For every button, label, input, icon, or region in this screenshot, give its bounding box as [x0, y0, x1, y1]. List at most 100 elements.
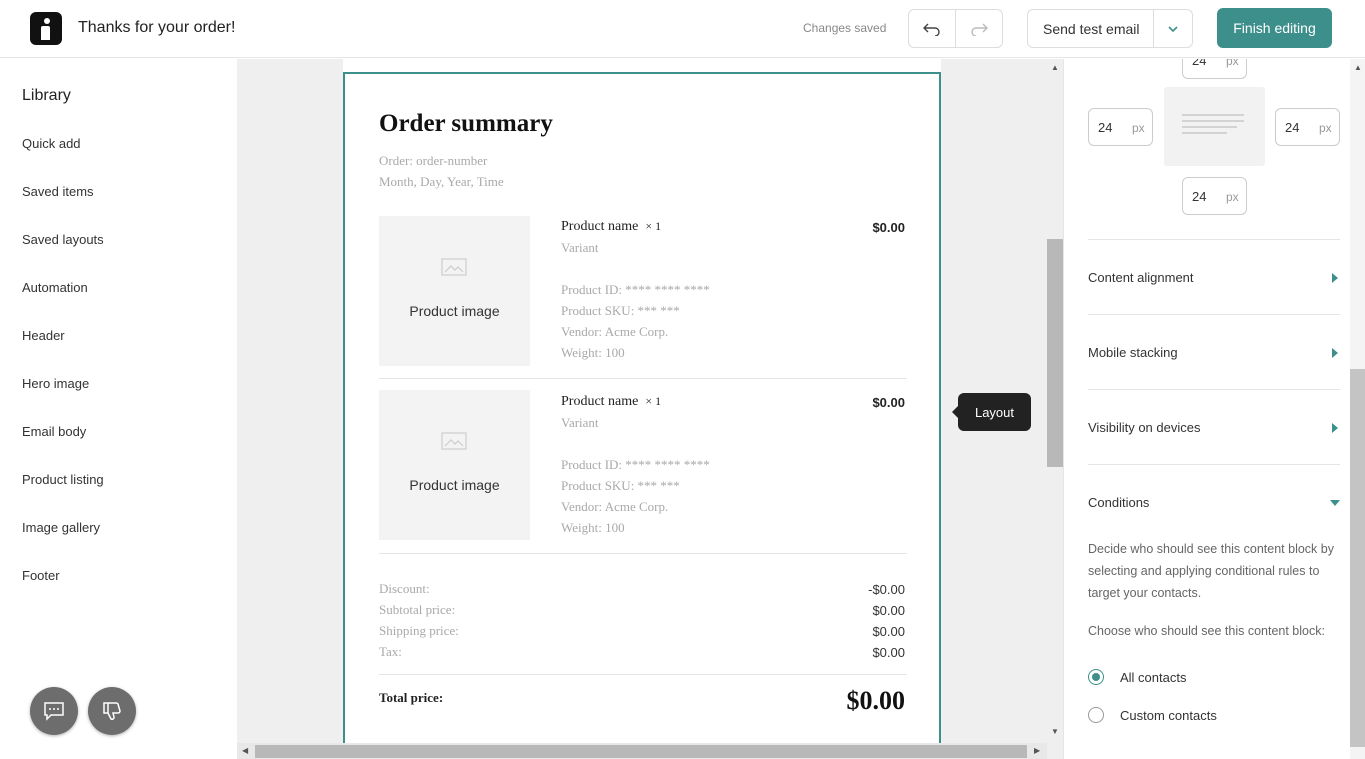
chat-icon: [44, 702, 64, 721]
undo-redo-group: [908, 9, 1003, 48]
chevron-down-icon: [1168, 25, 1178, 32]
sidebar-item-footer[interactable]: Footer: [22, 568, 60, 583]
undo-button[interactable]: [909, 10, 955, 47]
app-logo-icon: [30, 12, 62, 45]
sidebar-item-automation[interactable]: Automation: [22, 280, 88, 295]
conditions-description: Decide who should see this content block…: [1088, 542, 1334, 600]
product-weight: Weight: 100: [561, 345, 625, 360]
collapse-arrow-icon: [1330, 500, 1340, 506]
product-price: $0.00: [872, 395, 905, 410]
section-visibility-on-devices[interactable]: Visibility on devices: [1088, 389, 1340, 464]
radio-all-contacts-label[interactable]: All contacts: [1120, 670, 1186, 685]
sidebar-item-hero-image[interactable]: Hero image: [22, 376, 89, 391]
expand-arrow-icon: [1332, 423, 1338, 433]
product-vendor: Vendor: Acme Corp.: [561, 499, 669, 514]
panel-vscroll-thumb[interactable]: [1350, 369, 1365, 747]
scroll-up-icon[interactable]: ▲: [1051, 63, 1059, 72]
padding-bottom-input[interactable]: 24 px: [1182, 177, 1247, 215]
redo-icon: [971, 23, 988, 36]
product-vendor: Vendor: Acme Corp.: [561, 324, 669, 339]
thumbs-down-icon: [103, 702, 121, 721]
canvas-vertical-scrollbar[interactable]: ▲ ▼: [1047, 59, 1063, 743]
discount-value: -$0.00: [868, 582, 905, 597]
subtotal-value: $0.00: [872, 603, 905, 618]
product-name: Product name × 1: [561, 219, 662, 234]
product-image-placeholder: Product image: [379, 390, 530, 540]
expand-arrow-icon: [1332, 348, 1338, 358]
tax-value: $0.00: [872, 645, 905, 660]
conditions-prompt: Choose who should see this content block…: [1088, 624, 1325, 638]
section-content-alignment[interactable]: Content alignment: [1088, 239, 1340, 314]
product-variant: Variant: [561, 240, 599, 255]
radio-custom-contacts[interactable]: [1088, 707, 1104, 723]
sidebar-item-header[interactable]: Header: [22, 328, 65, 343]
redo-button[interactable]: [955, 10, 1002, 47]
sidebar-item-email-body[interactable]: Email body: [22, 424, 86, 439]
shipping-label: Shipping price:: [379, 623, 459, 638]
padding-preview: [1164, 87, 1265, 166]
scroll-down-icon[interactable]: ▼: [1051, 727, 1059, 736]
radio-custom-contacts-label[interactable]: Custom contacts: [1120, 708, 1217, 723]
scroll-right-icon[interactable]: ▶: [1034, 746, 1040, 755]
order-summary-block[interactable]: Order summary Order: order-number Month,…: [343, 72, 941, 759]
image-placeholder-icon: [441, 432, 467, 450]
canvas-vscroll-thumb[interactable]: [1047, 239, 1063, 467]
feedback-chat-button[interactable]: [30, 687, 78, 735]
product-id: Product ID: **** **** ****: [561, 457, 710, 472]
layout-tooltip[interactable]: Layout: [952, 393, 1031, 431]
panel-scroll-up-icon[interactable]: ▲: [1354, 63, 1362, 72]
product-price: $0.00: [872, 220, 905, 235]
total-value: $0.00: [846, 686, 906, 715]
tax-label: Tax:: [379, 644, 402, 659]
discount-label: Discount:: [379, 581, 430, 596]
product-weight: Weight: 100: [561, 520, 625, 535]
order-date-line: Month, Day, Year, Time: [379, 174, 504, 189]
image-placeholder-icon: [441, 258, 467, 276]
product-variant: Variant: [561, 415, 599, 430]
product-id: Product ID: **** **** ****: [561, 282, 710, 297]
total-label: Total price:: [379, 690, 444, 705]
canvas-horizontal-scrollbar[interactable]: ◀ ▶: [237, 743, 1047, 759]
section-mobile-stacking[interactable]: Mobile stacking: [1088, 314, 1340, 389]
padding-top-input[interactable]: 24 px: [1182, 59, 1247, 79]
email-top-edge: [343, 59, 941, 72]
send-test-email-group: Send test email: [1027, 9, 1193, 48]
divider: [379, 553, 907, 554]
page-title: Thanks for your order!: [78, 19, 236, 36]
canvas-hscroll-thumb[interactable]: [255, 745, 1027, 758]
sidebar-item-image-gallery[interactable]: Image gallery: [22, 520, 100, 535]
radio-all-contacts[interactable]: [1088, 669, 1104, 685]
padding-right-input[interactable]: 24 px: [1275, 108, 1340, 146]
product-sku: Product SKU: *** ***: [561, 478, 680, 493]
order-summary-title: Order summary: [379, 110, 553, 137]
shipping-value: $0.00: [872, 624, 905, 639]
email-canvas[interactable]: Order summary Order: order-number Month,…: [237, 59, 1063, 759]
settings-panel: 24 px 24 px 24 px 24 px Content alignment Mo…: [1063, 59, 1365, 759]
scroll-left-icon[interactable]: ◀: [242, 746, 248, 755]
subtotal-label: Subtotal price:: [379, 602, 456, 617]
finish-editing-button[interactable]: Finish editing: [1217, 8, 1332, 48]
sidebar-item-saved-items[interactable]: Saved items: [22, 184, 94, 199]
thumbs-down-button[interactable]: [88, 687, 136, 735]
product-sku: Product SKU: *** ***: [561, 303, 680, 318]
sidebar-item-quick-add[interactable]: Quick add: [22, 136, 81, 151]
sidebar-item-product-listing[interactable]: Product listing: [22, 472, 104, 487]
product-name: Product name × 1: [561, 394, 662, 409]
order-number-line: Order: order-number: [379, 153, 488, 168]
save-status: Changes saved: [803, 21, 887, 35]
divider: [379, 378, 907, 379]
panel-vertical-scrollbar[interactable]: ▲: [1350, 59, 1365, 759]
send-test-options-button[interactable]: [1153, 10, 1192, 47]
section-conditions[interactable]: Conditions: [1088, 464, 1340, 539]
undo-icon: [923, 23, 940, 36]
divider: [379, 674, 907, 675]
sidebar-item-saved-layouts[interactable]: Saved layouts: [22, 232, 104, 247]
product-image-label: Product image: [409, 477, 500, 493]
send-test-email-button[interactable]: Send test email: [1028, 10, 1153, 47]
library-title: Library: [22, 87, 71, 104]
product-image-label: Product image: [409, 303, 500, 319]
padding-left-input[interactable]: 24 px: [1088, 108, 1153, 146]
top-bar: Thanks for your order! Changes saved Sen…: [0, 0, 1365, 58]
expand-arrow-icon: [1332, 273, 1338, 283]
library-sidebar: Library Quick add Saved items Saved layo…: [0, 59, 237, 759]
